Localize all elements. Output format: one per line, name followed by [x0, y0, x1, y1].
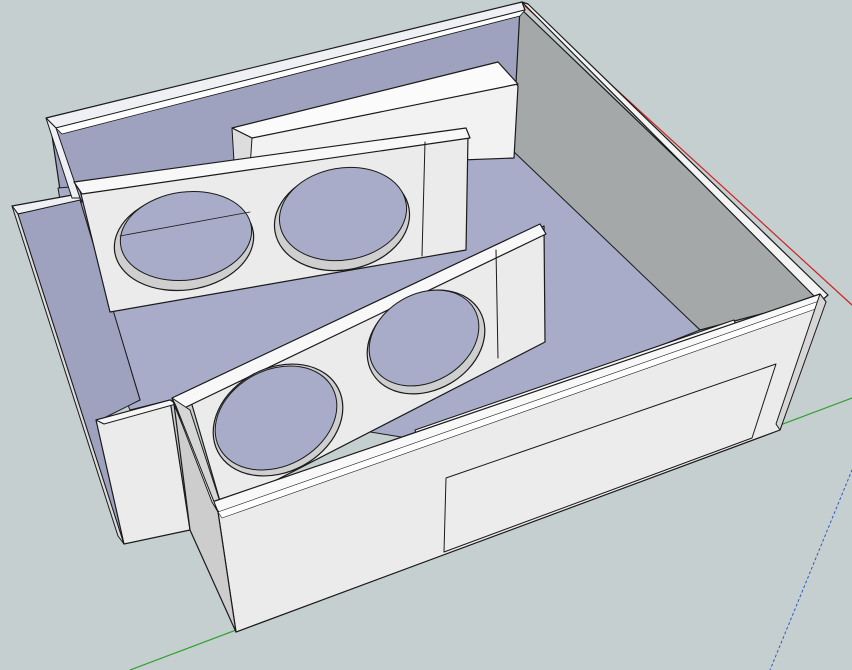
- model-canvas[interactable]: [0, 0, 852, 670]
- 3d-viewport[interactable]: [0, 0, 852, 670]
